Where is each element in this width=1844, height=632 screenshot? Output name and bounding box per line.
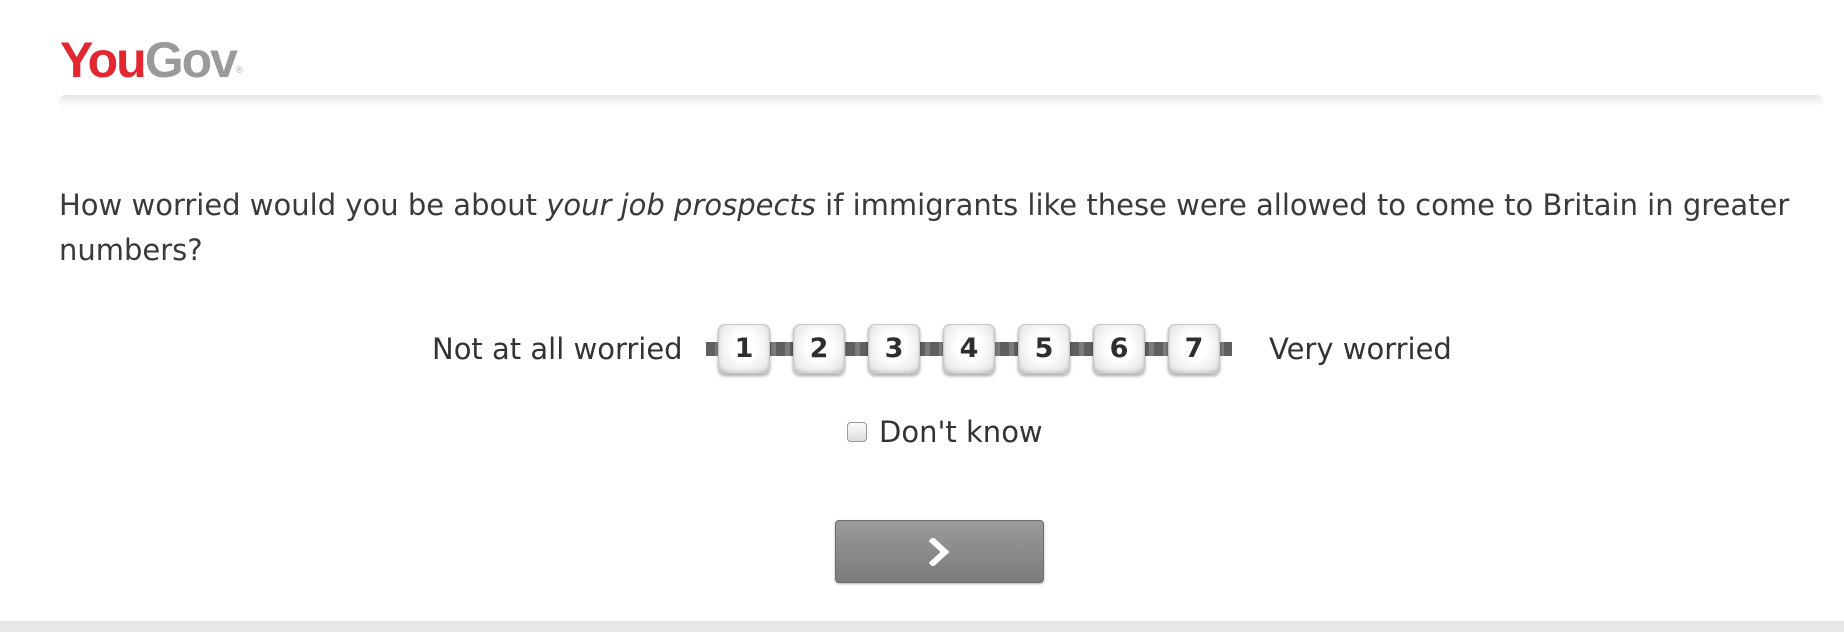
logo-you: You [60, 32, 147, 88]
scale-option-4[interactable]: 4 [943, 324, 995, 374]
rating-scale: Not at all worried 1 2 3 4 5 6 7 Very wo… [0, 322, 1844, 376]
scale-right-label: Very worried [1269, 332, 1452, 366]
yougov-logo: YouGov® [60, 30, 243, 90]
scale-left-label: Not at all worried [432, 332, 683, 366]
scale-option-5[interactable]: 5 [1018, 324, 1070, 374]
header-divider [59, 95, 1823, 108]
question-text: How worried would you be about your job … [59, 183, 1799, 273]
question-prefix: How worried would you be about [59, 188, 547, 222]
survey-page: YouGov® How worried would you be about y… [0, 0, 1844, 632]
next-button[interactable] [835, 520, 1044, 583]
scale-option-1[interactable]: 1 [718, 324, 770, 374]
dont-know-checkbox[interactable] [847, 422, 867, 442]
registered-mark: ® [235, 65, 243, 75]
chevron-right-icon [928, 537, 949, 566]
question-emphasis: your job prospects [546, 188, 816, 222]
footer-band [0, 621, 1844, 632]
logo-gov: Gov [144, 32, 238, 88]
scale-option-6[interactable]: 6 [1093, 324, 1145, 374]
scale-option-2[interactable]: 2 [793, 324, 845, 374]
dont-know-label[interactable]: Don't know [879, 412, 1043, 452]
scale-option-7[interactable]: 7 [1168, 324, 1220, 374]
scale-option-3[interactable]: 3 [868, 324, 920, 374]
